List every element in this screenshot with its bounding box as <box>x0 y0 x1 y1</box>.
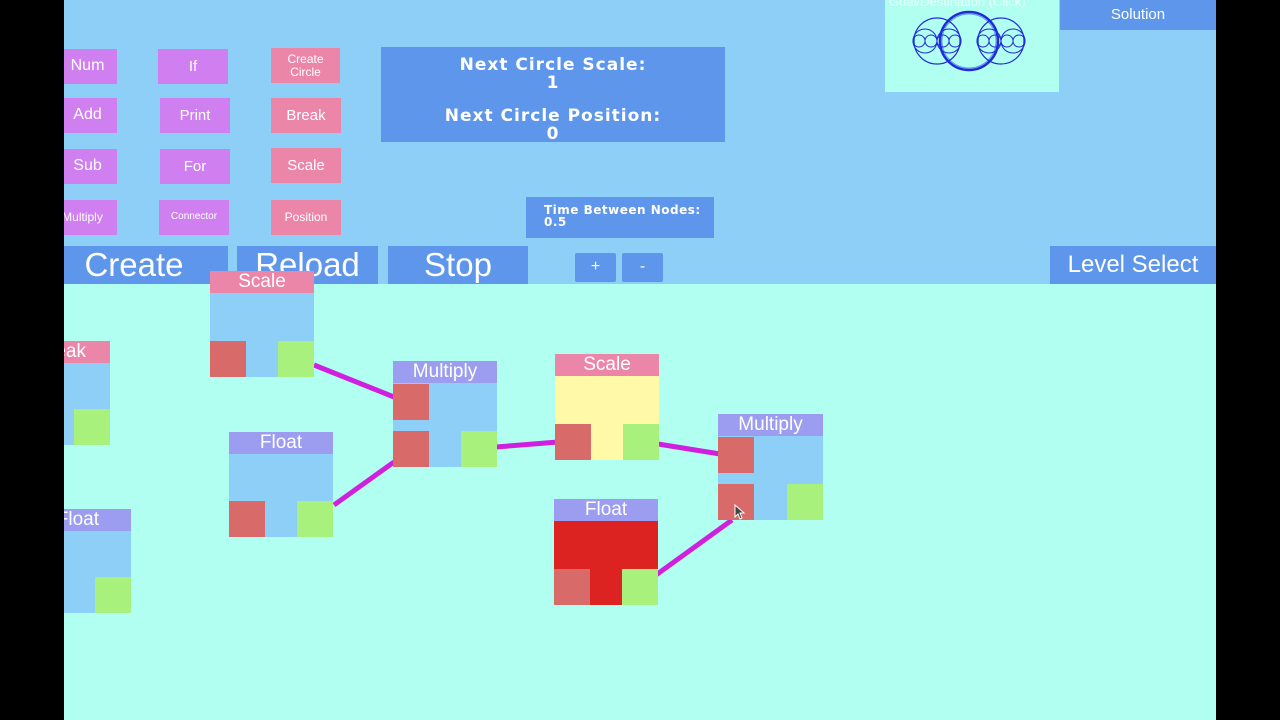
node-output-port[interactable] <box>297 501 333 537</box>
toolbar-cover <box>210 246 314 284</box>
node-output-port[interactable] <box>787 484 823 520</box>
node-header: Float <box>554 499 658 521</box>
node-output-port[interactable] <box>74 409 110 445</box>
node-input-port[interactable] <box>229 501 265 537</box>
node-break-title: Break <box>64 341 86 362</box>
node-header: Scale <box>555 354 659 376</box>
node-float-red-title: Float <box>584 499 628 520</box>
node-input-port-b[interactable] <box>393 431 429 467</box>
node-output-port[interactable] <box>461 431 497 467</box>
node-input-port[interactable] <box>555 424 591 460</box>
node-scale-mid[interactable]: Scale <box>555 354 659 460</box>
wire-float-to-multiply-2 <box>654 517 734 578</box>
node-input-port[interactable] <box>210 341 246 377</box>
node-scale-mid-title: Scale <box>583 354 631 375</box>
node-multiply-2-title: Multiply <box>738 414 803 435</box>
node-header: Multiply <box>393 361 497 383</box>
mouse-cursor-icon <box>734 504 746 520</box>
node-output-port[interactable] <box>278 341 314 377</box>
node-output-port[interactable] <box>622 569 658 605</box>
node-input-port-a[interactable] <box>718 437 754 473</box>
node-float-left[interactable]: Float <box>64 509 131 613</box>
node-header: Break <box>64 341 110 363</box>
node-float-red[interactable]: Float <box>554 499 658 605</box>
node-float-mid[interactable]: Float <box>229 432 333 537</box>
node-output-port[interactable] <box>623 424 659 460</box>
node-header: Float <box>64 509 131 531</box>
wire-scale-to-multiply <box>313 362 395 400</box>
wire-float-to-multiply <box>332 459 396 508</box>
node-break[interactable]: Break <box>64 341 110 445</box>
wire-multiply-to-scale <box>495 439 559 450</box>
node-multiply-1-title: Multiply <box>412 361 478 382</box>
node-float-mid-title: Float <box>259 432 303 453</box>
node-scale-top[interactable] <box>210 284 314 377</box>
node-float-left-title: Float <box>64 509 99 530</box>
node-header: Multiply <box>718 414 823 436</box>
node-output-port[interactable] <box>95 577 131 613</box>
game-viewport: Num Add Sub Multiply If Print For Connec… <box>64 0 1216 720</box>
node-input-port-a[interactable] <box>393 384 429 420</box>
wire-scale-to-multiply-2 <box>657 441 721 457</box>
node-header: Float <box>229 432 333 454</box>
node-input-port[interactable] <box>554 569 590 605</box>
node-multiply-1[interactable]: Multiply <box>393 361 497 467</box>
